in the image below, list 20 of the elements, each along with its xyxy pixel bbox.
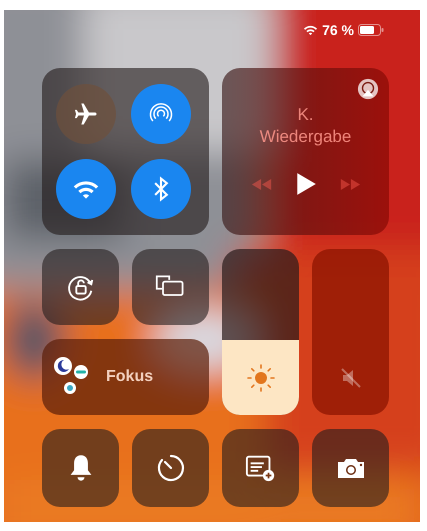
battery-percentage: 76 % (322, 22, 354, 38)
play-button[interactable] (294, 172, 316, 196)
note-add-icon (244, 453, 276, 483)
media-title: K. Wiedergabe (258, 104, 352, 148)
note-add-button[interactable] (222, 429, 299, 507)
play-icon (294, 172, 316, 196)
brightness-slider[interactable] (222, 249, 299, 415)
volume-slider[interactable] (312, 249, 389, 415)
bell-button[interactable] (42, 429, 119, 507)
rewind-icon (250, 178, 272, 190)
focus-button[interactable]: Fokus (42, 339, 209, 415)
wifi-icon (303, 24, 318, 36)
battery-icon (358, 24, 384, 36)
timer-button[interactable] (132, 429, 209, 507)
screen-mirroring-button[interactable] (132, 249, 209, 325)
sun-icon (246, 363, 276, 393)
fast-forward-icon (338, 178, 360, 190)
orientation-lock-button[interactable] (42, 249, 119, 325)
airplay-icon[interactable] (357, 78, 379, 100)
camera-button[interactable] (312, 429, 389, 507)
